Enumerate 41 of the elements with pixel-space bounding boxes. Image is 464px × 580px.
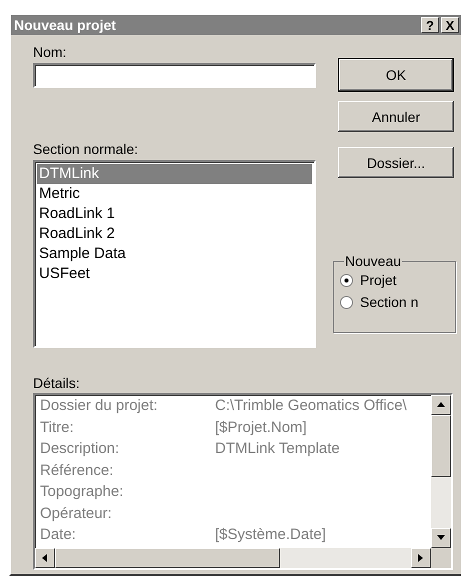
detail-value: DTMLink Template: [215, 439, 341, 459]
left-arrow-icon: [40, 554, 50, 562]
detail-label: Titre:: [40, 418, 75, 438]
detail-label: Date:: [40, 525, 77, 545]
detail-label: Dossier du projet:: [40, 396, 159, 416]
dialog-button[interactable]: OK: [338, 58, 454, 92]
section-label: Section normale:: [33, 142, 140, 157]
vertical-scrollbar[interactable]: [431, 395, 451, 548]
dialog-button[interactable]: Dossier...: [338, 147, 454, 178]
dialog-button[interactable]: Annuler: [338, 101, 454, 132]
section-list-item[interactable]: DTMLink: [37, 164, 312, 184]
group-title: Nouveau: [344, 253, 402, 269]
detail-value: [$Système.Date]: [215, 525, 327, 545]
scroll-thumb[interactable]: [55, 548, 280, 568]
radio-label[interactable]: Section n: [360, 294, 418, 310]
up-arrow-icon: [436, 400, 446, 410]
horizontal-scrollbar[interactable]: [35, 548, 431, 568]
window-title: Nouveau projet: [14, 17, 117, 33]
name-label: Nom:: [33, 45, 68, 60]
scrollbar-corner: [431, 548, 451, 568]
right-arrow-icon: [416, 554, 426, 562]
section-list-item[interactable]: Metric: [37, 184, 312, 204]
section-list-item[interactable]: RoadLink 2: [37, 224, 312, 244]
detail-label: Topographe:: [40, 482, 124, 502]
section-list-item[interactable]: Sample Data: [37, 244, 312, 264]
close-button[interactable]: X: [441, 17, 459, 33]
scroll-thumb[interactable]: [431, 415, 451, 477]
radio-button[interactable]: [340, 274, 353, 286]
radio-label[interactable]: Projet: [360, 272, 397, 288]
detail-label: Opérateur:: [40, 504, 113, 524]
section-list-item[interactable]: USFeet: [37, 264, 312, 284]
detail-label: Référence:: [40, 460, 114, 480]
help-button[interactable]: ?: [421, 17, 439, 33]
name-input-field[interactable]: [33, 63, 316, 88]
detail-label: Description:: [40, 439, 120, 459]
down-arrow-icon: [436, 534, 446, 542]
radio-button[interactable]: [340, 296, 353, 308]
detail-value: C:\Trimble Geomatics Office\: [215, 396, 408, 416]
detail-value: [$Projet.Nom]: [215, 418, 308, 438]
details-label: Détails:: [33, 376, 81, 391]
section-list-item[interactable]: RoadLink 1: [37, 204, 312, 224]
